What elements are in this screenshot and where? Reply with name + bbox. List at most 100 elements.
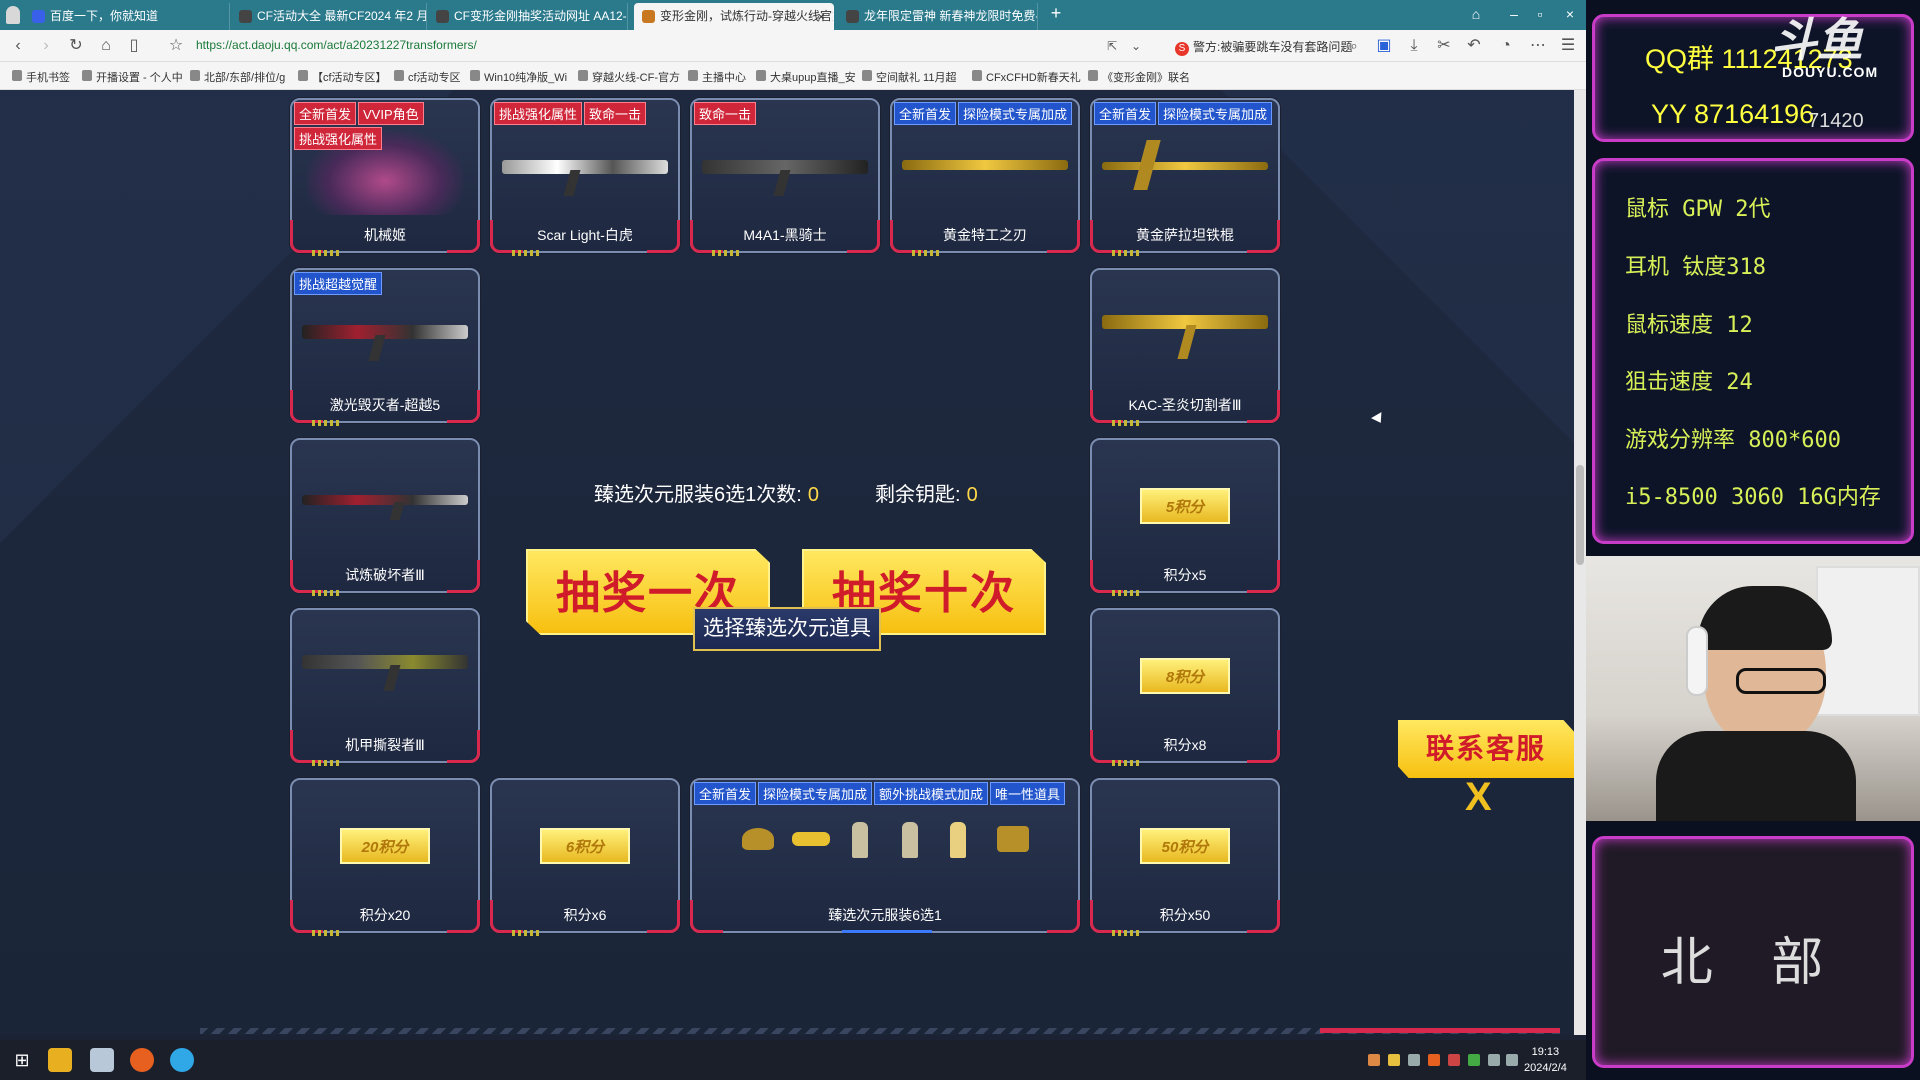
app-icon[interactable] [48,1048,72,1072]
choose-item-button[interactable]: 选择臻选次元道具 [693,607,881,651]
tab-baidu[interactable]: 百度一下，你就知道 [24,3,230,30]
select-counter: 臻选次元服装6选1次数: 0 [594,484,819,506]
pin-icon[interactable]: ⌂ [1466,6,1486,22]
close-window-icon[interactable]: × [1560,6,1580,22]
headphones [1686,626,1708,696]
reader-icon[interactable]: ▯ [124,36,144,56]
restore-icon[interactable]: ▫ [1530,6,1550,22]
bookmark-item[interactable]: 空间献礼 11月超 [862,69,956,85]
deco-dots [1112,250,1142,256]
bookmark-item[interactable]: 开播设置 - 个人中 [82,69,183,85]
deco-dots [1112,930,1142,936]
translate-icon[interactable]: ▣ [1374,36,1394,56]
contact-service-button[interactable]: 联系客服 [1398,720,1574,778]
scrollbar-thumb[interactable] [1576,465,1584,565]
bookmark-item[interactable]: 大桌upup直播_安 [756,69,856,85]
bookmark-item[interactable]: 穿越火线-CF-官方 [578,69,680,85]
refresh-icon[interactable]: ↻ [66,36,86,56]
browser-icon[interactable] [130,1048,154,1072]
tray-icon[interactable] [1428,1054,1440,1066]
spec-line: i5-8500 3060 16G内存 [1625,485,1881,510]
search-suggestion[interactable]: S 警方:被骗要跳车没有套路问题 [1175,38,1352,56]
clock[interactable]: 19:13 2024/2/4 [1524,1044,1567,1076]
tab-cf-activities[interactable]: CF活动大全 最新CF2024 年2 月活动 [231,3,427,30]
tray-icon[interactable] [1408,1054,1420,1066]
windows-start-icon[interactable]: ⊞ [10,1048,34,1072]
tag-list: 全新首发 探险模式专属加成 [1094,102,1279,125]
bookmark-item[interactable]: 【cf活动专区】 [298,69,387,85]
back-icon[interactable]: ‹ [8,36,28,56]
page-scrollbar[interactable] [1574,90,1586,1035]
prize-card[interactable]: 20积分 积分x20 [290,778,480,936]
tray-icon[interactable] [1468,1054,1480,1066]
active-app-icon[interactable] [170,1048,194,1072]
minimize-icon[interactable]: – [1504,6,1524,22]
prize-card[interactable]: 致命一击 M4A1-黑骑士 [690,98,880,256]
share-icon[interactable]: ⇱ [1102,36,1122,56]
tab-cf-lottery[interactable]: CF变形金刚抽奖活动网址 AA12-擎天 [428,3,628,30]
bookmark-item[interactable]: 主播中心 [688,69,746,85]
dropdown-icon[interactable]: ⌄ [1126,36,1146,56]
bookmark-item[interactable]: CFxCFHD新春天礼 [972,69,1081,85]
prize-card[interactable]: 试炼破坏者Ⅲ [290,438,480,596]
forward-icon[interactable]: › [36,36,56,56]
close-service-icon[interactable]: X [1465,775,1492,820]
tray-icon[interactable] [1448,1054,1460,1066]
bookmark-item[interactable]: 北部/东部/排位/g [190,69,285,85]
yy-channel: YY 87164196 [1651,99,1815,129]
keys-count-value: 0 [966,484,978,506]
prize-card[interactable]: 5积分 积分x5 [1090,438,1280,596]
tray-icon[interactable] [1388,1054,1400,1066]
weapon-image [1102,162,1268,170]
undo-icon[interactable]: ↶ [1464,36,1484,56]
address-bar[interactable]: https://act.daoju.qq.com/act/a20231227tr… [196,38,477,52]
tag: 挑战超越觉醒 [294,272,383,295]
tab-transformers[interactable]: 变形金刚，试炼行动-穿越火线官方网× [634,3,834,30]
prize-card[interactable]: KAC-圣炎切割者Ⅲ [1090,268,1280,426]
bookmark-item[interactable]: 手机书签 [12,69,70,85]
home-icon[interactable]: ⌂ [96,36,116,56]
explorer-icon[interactable] [90,1048,114,1072]
prize-name: KAC-圣炎切割者Ⅲ [1128,397,1242,413]
selection-indicator [842,930,932,933]
prize-card[interactable]: 6积分 积分x6 [490,778,680,936]
prize-card-costume[interactable]: 全新首发 探险模式专属加成 额外挑战模式加成 唯一性道具 臻选次元服装6选1 [690,778,1080,933]
figure-icon [950,822,966,858]
network-icon[interactable] [1488,1054,1500,1066]
bookmark-item[interactable]: cf活动专区 [394,69,461,85]
screenshot-icon[interactable]: ✂ [1434,36,1454,56]
prize-card[interactable]: 机甲撕裂者Ⅲ [290,608,480,766]
menu-icon[interactable]: ☰ [1558,36,1578,56]
bookmark-item[interactable]: 《变形金刚》联名 [1088,69,1190,85]
prize-name: 黄金萨拉坦铁棍 [1136,227,1234,243]
weapon-image [302,495,468,505]
tag: VVIP角色 [358,102,424,125]
prize-card[interactable]: 8积分 积分x8 [1090,608,1280,766]
deco-red-line [1320,1028,1560,1033]
new-tab-icon[interactable]: + [1046,3,1066,24]
prize-card[interactable]: 全新首发 探险模式专属加成 黄金特工之刃 [890,98,1080,256]
prize-card[interactable]: 挑战超越觉醒 激光毁灭者-超越5 [290,268,480,426]
volume-icon[interactable] [1506,1054,1518,1066]
cf-favicon-icon [239,10,252,23]
deco-dots [1112,760,1142,766]
bookmark-star-icon[interactable]: ☆ [166,36,186,56]
tab-thor[interactable]: 龙年限定雷神 新春神龙限时免费-CF [838,3,1038,30]
points-badge: 6积分 [540,828,630,864]
prize-card[interactable]: 全新首发 探险模式专属加成 黄金萨拉坦铁棍 [1090,98,1280,256]
prize-card[interactable]: 挑战强化属性 致命一击 Scar Light-白虎 [490,98,680,256]
close-tab-icon[interactable]: × [817,3,825,30]
prize-card[interactable]: 全新首发 VVIP角色 挑战强化属性 机械姬 [290,98,480,256]
download-icon[interactable]: ⤓ [1404,36,1424,56]
more-icon[interactable]: ⋯ [1528,36,1548,56]
glasses [1736,668,1826,694]
tray-icon[interactable] [1368,1054,1380,1066]
search-icon[interactable]: ⌕ [1344,36,1364,56]
prize-card[interactable]: 50积分 积分x50 [1090,778,1280,936]
prize-name: 机甲撕裂者Ⅲ [345,737,425,753]
bookmark-item[interactable]: Win10纯净版_Wi [470,69,567,85]
deco-dots [1112,420,1142,426]
taskbar: ⊞ 19:13 2024/2/4 [0,1040,1586,1080]
history-icon[interactable]: ◔ [1496,36,1516,56]
browser-window: 百度一下，你就知道 CF活动大全 最新CF2024 年2 月活动 CF变形金刚抽… [0,0,1586,1080]
